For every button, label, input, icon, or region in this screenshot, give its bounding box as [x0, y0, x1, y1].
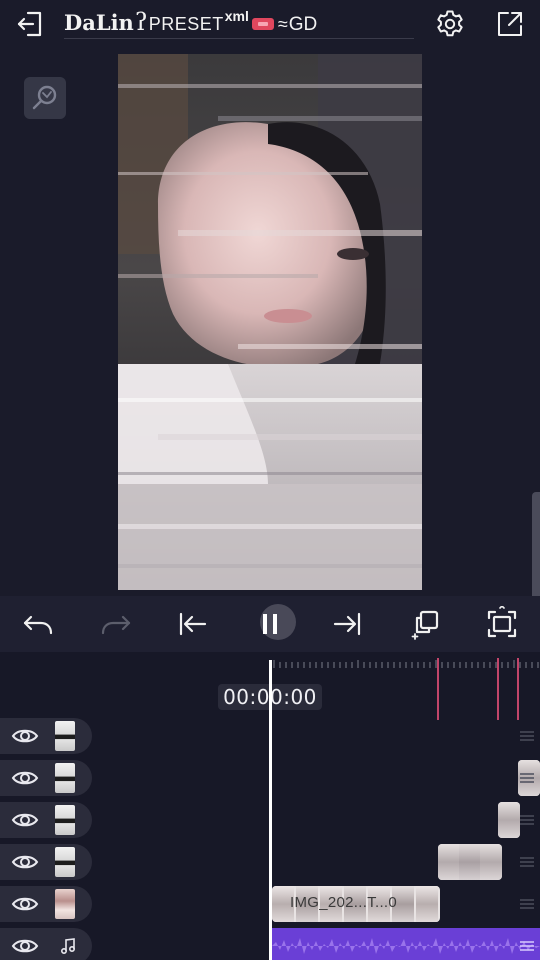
- eye-visibility-icon[interactable]: [10, 850, 40, 874]
- drag-handle-icon[interactable]: [520, 856, 534, 868]
- brand-suffix: GD: [288, 14, 318, 35]
- top-bar: DaLin ʔ PRESET xml ≈ GD: [0, 0, 540, 48]
- timeline-marker[interactable]: [517, 658, 519, 720]
- eye-visibility-icon[interactable]: [10, 808, 40, 832]
- brand-superscript: xml: [224, 8, 249, 24]
- track-header: [0, 844, 92, 880]
- track-header: [0, 718, 92, 754]
- pause-icon[interactable]: [250, 604, 296, 642]
- brand-hook-glyph: ʔ: [134, 8, 148, 36]
- video-preview[interactable]: [118, 54, 422, 590]
- brand-name: DaLin: [64, 10, 134, 35]
- music-note-icon[interactable]: [58, 936, 78, 956]
- undo-icon[interactable]: [18, 606, 58, 642]
- redo-icon[interactable]: [96, 606, 136, 642]
- drag-handle-icon[interactable]: [520, 772, 534, 784]
- eye-visibility-icon[interactable]: [10, 766, 40, 790]
- timeline-ruler[interactable]: [272, 656, 540, 670]
- crop-icon[interactable]: [406, 606, 446, 642]
- playhead[interactable]: [269, 660, 272, 960]
- jump-to-end-icon[interactable]: [328, 606, 368, 642]
- video-clip[interactable]: [438, 844, 502, 880]
- track-header: [0, 886, 92, 922]
- track-header: [0, 928, 92, 960]
- exit-icon[interactable]: [12, 6, 48, 42]
- track-thumbnail[interactable]: [55, 721, 75, 751]
- share-icon[interactable]: [492, 6, 528, 42]
- drag-handle-icon[interactable]: [520, 730, 534, 742]
- title-divider: [64, 38, 414, 39]
- brand-preset: PRESET: [148, 14, 224, 34]
- red-badge-icon: [251, 18, 274, 30]
- drag-handle-icon[interactable]: [520, 940, 534, 952]
- timeline-marker[interactable]: [437, 658, 439, 720]
- clip-filename: IMG_202...T...0: [290, 894, 398, 911]
- track-thumbnail[interactable]: [55, 805, 75, 835]
- eye-visibility-icon[interactable]: [10, 724, 40, 748]
- scrollbar-handle[interactable]: [532, 492, 540, 610]
- video-frame-image: [118, 54, 422, 590]
- eye-visibility-icon[interactable]: [10, 934, 40, 958]
- track-thumbnail[interactable]: [55, 847, 75, 877]
- track-thumbnail[interactable]: [55, 889, 75, 919]
- fullscreen-icon[interactable]: [482, 606, 522, 642]
- timeline-panel[interactable]: 00:00:00: [0, 652, 540, 960]
- track-thumbnail[interactable]: [55, 763, 75, 793]
- eye-visibility-icon[interactable]: [10, 892, 40, 916]
- track-header: [0, 802, 92, 838]
- zoom-search-icon[interactable]: [24, 77, 66, 119]
- playback-controls: [0, 596, 540, 652]
- track-header: [0, 760, 92, 796]
- main-video-clip[interactable]: IMG_202...T...0: [272, 886, 440, 922]
- app-brand-title: DaLin ʔ PRESET xml ≈ GD: [64, 8, 317, 38]
- settings-icon[interactable]: [432, 6, 468, 42]
- timeline-marker[interactable]: [497, 658, 499, 720]
- jump-to-start-icon[interactable]: [172, 606, 212, 642]
- brand-wave-glyph: ≈: [277, 14, 288, 34]
- video-clip[interactable]: [498, 802, 520, 838]
- drag-handle-icon[interactable]: [520, 814, 534, 826]
- drag-handle-icon[interactable]: [520, 898, 534, 910]
- audio-clip-waveform[interactable]: [272, 928, 540, 960]
